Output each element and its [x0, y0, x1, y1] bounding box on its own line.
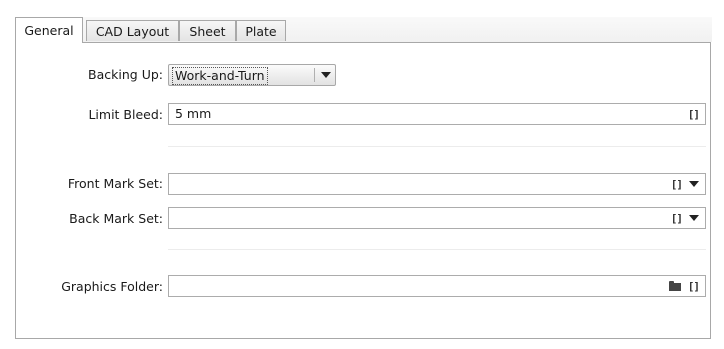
bracket-icon[interactable]: [] — [671, 212, 683, 225]
tab-cad-layout-label: CAD Layout — [95, 24, 170, 39]
bracket-icon[interactable]: [] — [688, 280, 700, 293]
backing-up-label: Backing Up: — [88, 67, 163, 82]
graphics-folder-label: Graphics Folder: — [61, 279, 163, 294]
tab-cad-layout[interactable]: CAD Layout — [86, 20, 179, 41]
tab-general-label: General — [24, 23, 74, 38]
tab-sheet[interactable]: Sheet — [179, 20, 236, 41]
limit-bleed-label: Limit Bleed: — [88, 107, 163, 122]
backing-up-value: Work-and-Turn — [172, 67, 268, 85]
back-mark-set-label: Back Mark Set: — [69, 211, 163, 226]
bracket-icon[interactable]: [] — [671, 178, 683, 191]
tab-general[interactable]: General — [15, 17, 83, 43]
limit-bleed-field[interactable]: 5 mm [] — [168, 103, 706, 125]
chevron-down-icon[interactable] — [689, 181, 699, 187]
bracket-icon[interactable]: [] — [688, 108, 700, 121]
back-mark-set-field[interactable]: [] — [168, 207, 706, 229]
divider — [168, 146, 706, 147]
tab-plate-label: Plate — [245, 24, 277, 39]
tab-strip: General CAD Layout Sheet Plate — [15, 17, 712, 43]
front-mark-set-field[interactable]: [] — [168, 173, 706, 195]
backing-up-select[interactable]: Work-and-Turn — [168, 64, 336, 86]
tab-plate[interactable]: Plate — [236, 20, 286, 41]
chevron-down-icon[interactable] — [689, 215, 699, 221]
graphics-folder-field[interactable]: [] — [168, 275, 706, 297]
divider — [168, 249, 706, 250]
limit-bleed-value: 5 mm — [175, 106, 212, 121]
front-mark-set-label: Front Mark Set: — [67, 176, 163, 191]
folder-icon[interactable] — [668, 281, 681, 291]
tab-sheet-label: Sheet — [189, 24, 226, 39]
dropdown-separator — [314, 68, 315, 82]
chevron-down-icon[interactable] — [321, 72, 331, 78]
